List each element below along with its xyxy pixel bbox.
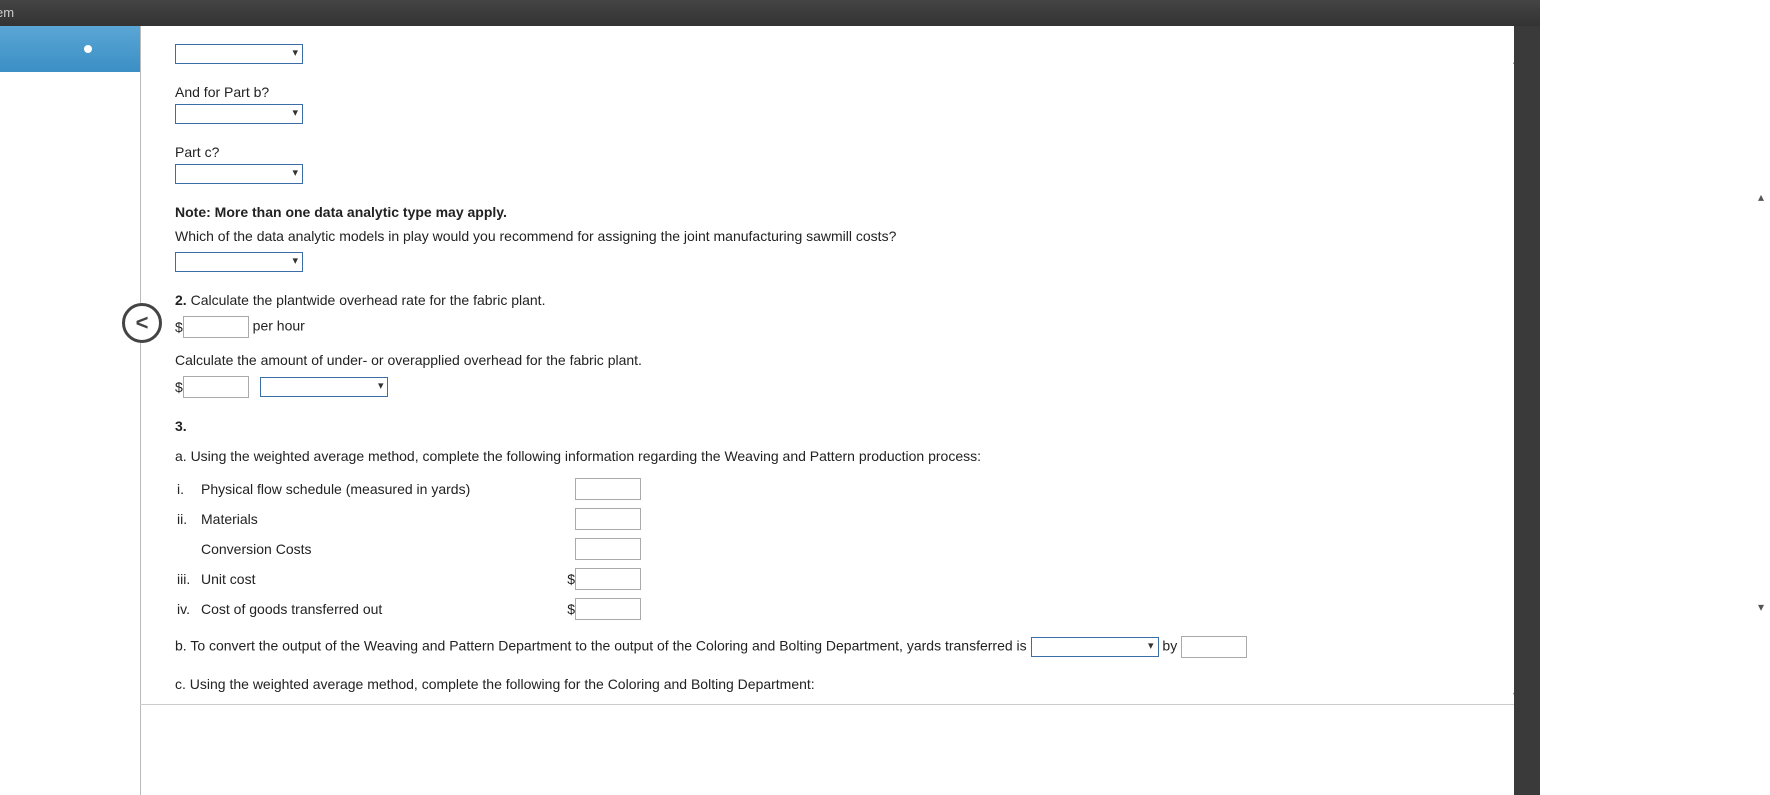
right-strip xyxy=(1514,26,1540,795)
q3-a: a. Using the weighted average method, co… xyxy=(175,448,1504,464)
label-part-c: Part c? xyxy=(175,144,1504,160)
q3-b-pre: b. To convert the output of the Weaving … xyxy=(175,638,1031,654)
input-cogs-out[interactable] xyxy=(575,598,641,620)
row-label-i: Physical flow schedule (measured in yard… xyxy=(201,481,567,497)
dollar-sign-1: $ xyxy=(175,319,183,335)
label-model: Which of the data analytic models in pla… xyxy=(175,228,1504,244)
input-physical-flow[interactable] xyxy=(575,478,641,500)
row-num-iii: iii. xyxy=(175,571,201,587)
dropdown-part-c[interactable] xyxy=(175,164,303,184)
top-bar: em xyxy=(0,0,1770,26)
topbar-fragment: em xyxy=(0,5,14,20)
right-scroll-up-icon[interactable]: ▴ xyxy=(1758,190,1770,202)
dollar-sign-2: $ xyxy=(175,379,183,395)
sidebar-dot-icon xyxy=(84,45,92,53)
dropdown-model[interactable] xyxy=(175,252,303,272)
right-panel: ▴ ▾ xyxy=(1540,0,1770,795)
row-prefix-iii: $ xyxy=(567,571,575,587)
dropdown-over-under[interactable] xyxy=(260,377,388,397)
chevron-left-icon: < xyxy=(136,310,149,336)
row-label-iv: Cost of goods transferred out xyxy=(201,601,567,617)
row-label-conv: Conversion Costs xyxy=(201,541,567,557)
right-scroll-down-icon[interactable]: ▾ xyxy=(1758,600,1770,612)
row-num-i: i. xyxy=(175,481,201,497)
sidebar-active-item[interactable] xyxy=(0,26,140,72)
prev-page-button[interactable]: < xyxy=(122,303,162,343)
q3-c: c. Using the weighted average method, co… xyxy=(175,676,1504,692)
input-overhead-amount[interactable] xyxy=(183,376,249,398)
per-hour-label: per hour xyxy=(249,318,305,334)
note-text: More than one data analytic type may app… xyxy=(211,204,507,220)
label-part-b: And for Part b? xyxy=(175,84,1504,100)
row-num-ii: ii. xyxy=(175,511,201,527)
input-conversion[interactable] xyxy=(575,538,641,560)
input-convert-factor[interactable] xyxy=(1181,636,1247,658)
content-scroll[interactable]: And for Part b? Part c? Note: More than … xyxy=(141,26,1504,705)
row-num-iv: iv. xyxy=(175,601,201,617)
row-label-iii: Unit cost xyxy=(201,571,567,587)
input-unit-cost[interactable] xyxy=(575,568,641,590)
q2-sub: Calculate the amount of under- or overap… xyxy=(175,352,1504,368)
note-prefix: Note: xyxy=(175,204,211,220)
dropdown-part-a[interactable] xyxy=(175,44,303,64)
q3-b-by: by xyxy=(1159,638,1182,654)
footer-divider xyxy=(140,704,1520,705)
row-prefix-iv: $ xyxy=(567,601,575,617)
q2-text: Calculate the plantwide overhead rate fo… xyxy=(187,292,546,308)
input-overhead-rate[interactable] xyxy=(183,316,249,338)
q2-number: 2. xyxy=(175,292,187,308)
q3-number: 3. xyxy=(175,418,1504,434)
input-materials[interactable] xyxy=(575,508,641,530)
dropdown-part-b[interactable] xyxy=(175,104,303,124)
content-wrapper: And for Part b? Part c? Note: More than … xyxy=(140,26,1520,795)
row-label-ii: Materials xyxy=(201,511,567,527)
dropdown-convert-op[interactable] xyxy=(1031,637,1159,657)
